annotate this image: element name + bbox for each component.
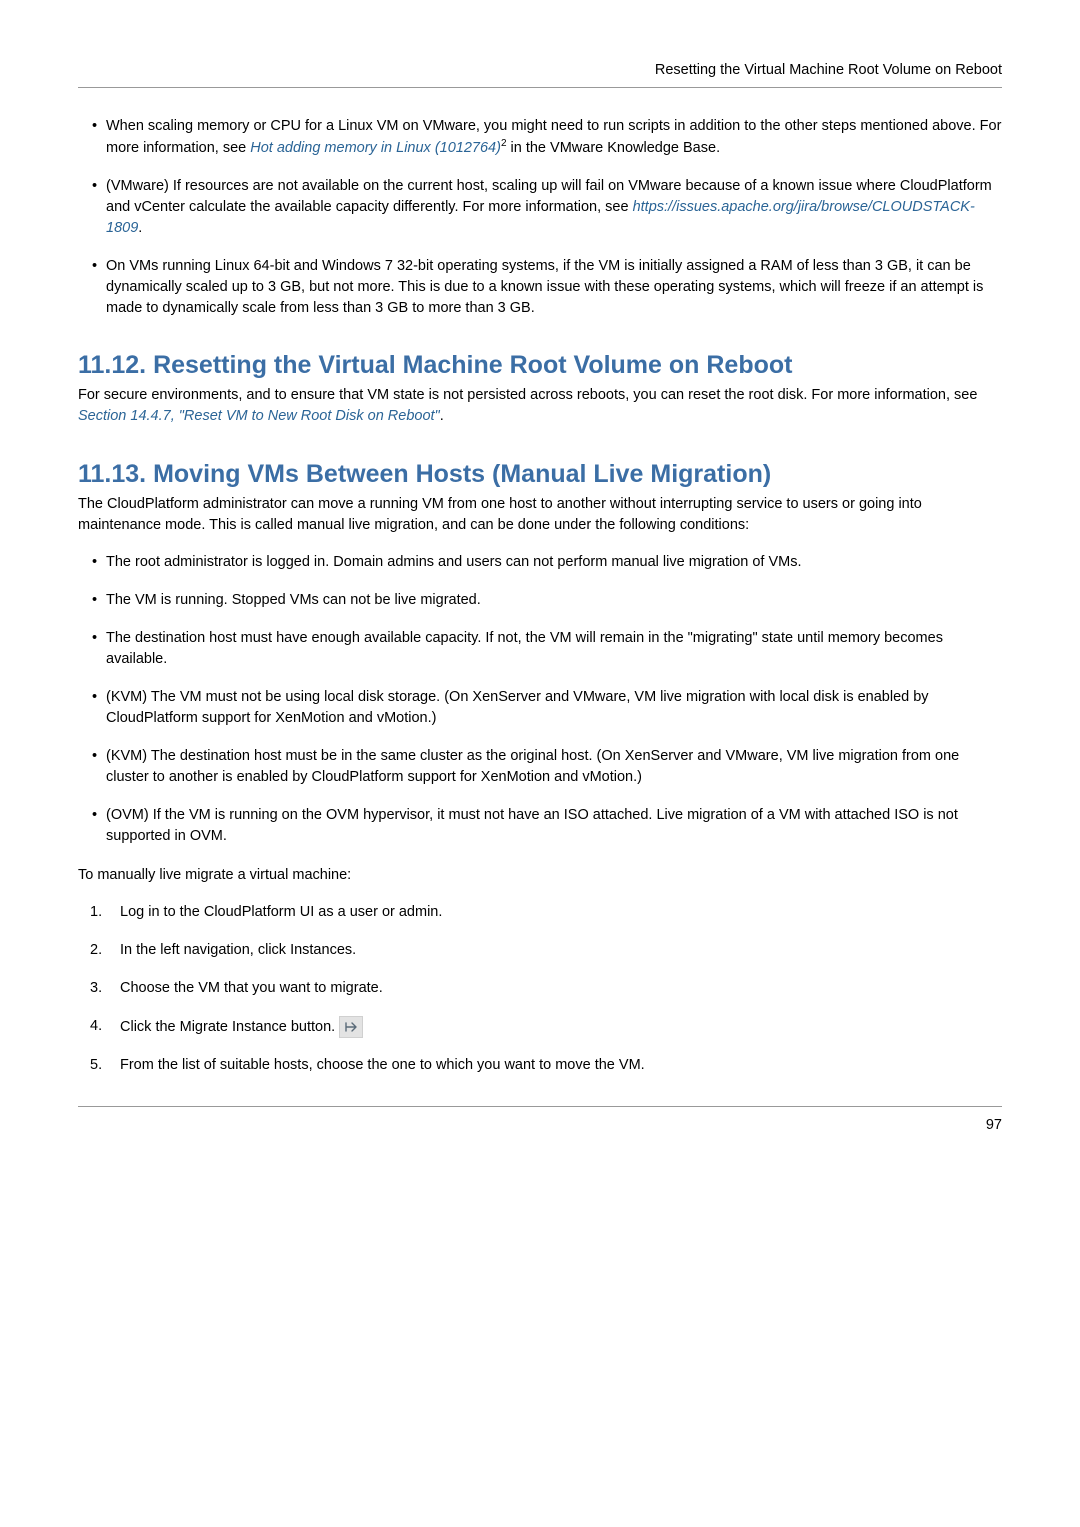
section-xref-link[interactable]: Section 14.4.7, "Reset VM to New Root Di… <box>78 408 440 424</box>
step-item: Click the Migrate Instance button. <box>90 1016 1002 1038</box>
list-item: (OVM) If the VM is running on the OVM hy… <box>92 805 1002 847</box>
top-bullet-list: When scaling memory or CPU for a Linux V… <box>78 116 1002 319</box>
list-item: (VMware) If resources are not available … <box>92 176 1002 239</box>
bullet-text: in the VMware Knowledge Base. <box>507 140 721 156</box>
paragraph-text: For secure environments, and to ensure t… <box>78 387 977 403</box>
section-intro: The CloudPlatform administrator can move… <box>78 494 1002 536</box>
conditions-list: The root administrator is logged in. Dom… <box>78 552 1002 847</box>
page-number: 97 <box>986 1117 1002 1133</box>
paragraph-text: . <box>440 408 444 424</box>
header-text: Resetting the Virtual Machine Root Volum… <box>655 62 1002 78</box>
list-item: On VMs running Linux 64-bit and Windows … <box>92 256 1002 319</box>
section-paragraph: For secure environments, and to ensure t… <box>78 385 1002 427</box>
list-item: (KVM) The VM must not be using local dis… <box>92 687 1002 729</box>
step-item: In the left navigation, click Instances. <box>90 940 1002 961</box>
step-text: Click the Migrate Instance button. <box>120 1017 335 1038</box>
section-heading-live-migration: 11.13. Moving VMs Between Hosts (Manual … <box>78 458 1002 491</box>
list-item: (KVM) The destination host must be in th… <box>92 746 1002 788</box>
kb-link[interactable]: Hot adding memory in Linux (1012764) <box>250 140 501 156</box>
steps-intro: To manually live migrate a virtual machi… <box>78 865 1002 886</box>
section-heading-reset-root: 11.12. Resetting the Virtual Machine Roo… <box>78 349 1002 382</box>
step-item: Log in to the CloudPlatform UI as a user… <box>90 902 1002 923</box>
bullet-text: . <box>138 220 142 236</box>
bullet-text: The root administrator is logged in. Dom… <box>106 554 802 570</box>
list-item: The destination host must have enough av… <box>92 628 1002 670</box>
bullet-text: The VM is running. Stopped VMs can not b… <box>106 592 481 608</box>
step-item: Choose the VM that you want to migrate. <box>90 978 1002 999</box>
list-item: When scaling memory or CPU for a Linux V… <box>92 116 1002 159</box>
step-text: Choose the VM that you want to migrate. <box>120 980 383 996</box>
steps-list: Log in to the CloudPlatform UI as a user… <box>78 902 1002 1076</box>
migrate-instance-icon <box>339 1016 363 1038</box>
running-header: Resetting the Virtual Machine Root Volum… <box>78 60 1002 88</box>
bullet-text: (KVM) The VM must not be using local dis… <box>106 689 929 726</box>
list-item: The root administrator is logged in. Dom… <box>92 552 1002 573</box>
step-text: From the list of suitable hosts, choose … <box>120 1057 645 1073</box>
step-text: In the left navigation, click Instances. <box>120 942 356 958</box>
step-text: Log in to the CloudPlatform UI as a user… <box>120 904 442 920</box>
bullet-text: The destination host must have enough av… <box>106 630 943 667</box>
bullet-text: (KVM) The destination host must be in th… <box>106 748 959 785</box>
bullet-text: On VMs running Linux 64-bit and Windows … <box>106 258 983 316</box>
bullet-text: (OVM) If the VM is running on the OVM hy… <box>106 807 958 844</box>
list-item: The VM is running. Stopped VMs can not b… <box>92 590 1002 611</box>
page-footer: 97 <box>78 1106 1002 1136</box>
step-item: From the list of suitable hosts, choose … <box>90 1055 1002 1076</box>
